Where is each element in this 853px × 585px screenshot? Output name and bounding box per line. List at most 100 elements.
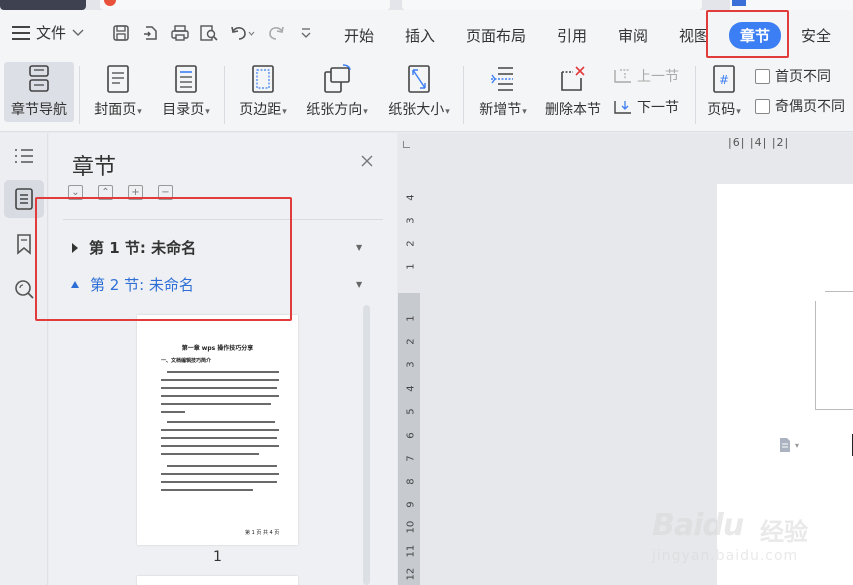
thumbnail-text-line	[161, 379, 279, 381]
find-replace-button[interactable]	[4, 270, 44, 308]
watermark-text: 经验	[760, 518, 808, 546]
thumbnail-text-line	[167, 421, 275, 423]
redo-icon[interactable]	[268, 24, 286, 42]
margins-button[interactable]: 页边距▾	[233, 62, 293, 122]
paper-size-button[interactable]: 纸张大小▾	[383, 62, 455, 122]
customize-toolbar-icon[interactable]	[299, 24, 313, 42]
export-icon[interactable]	[142, 24, 160, 42]
ruler-number: 12	[405, 567, 417, 581]
page-number-icon: #	[711, 62, 737, 96]
section-2-menu-icon[interactable]: ▼	[356, 280, 362, 289]
chapter-nav-button[interactable]: 章节导航	[4, 62, 74, 122]
margins-label: 页边距	[239, 102, 282, 118]
toc-page-button[interactable]: 目录页▾	[156, 62, 216, 122]
list-icon	[15, 149, 33, 163]
dropdown-arrow-icon: ▾	[445, 107, 450, 117]
divider	[63, 219, 383, 220]
toc-page-icon	[173, 62, 199, 96]
document-tab-1[interactable]	[100, 0, 390, 10]
thumbnail-footer: 第 1 页 共 4 页	[245, 530, 280, 536]
odd-even-different-checkbox[interactable]: 奇偶页不同	[755, 96, 845, 116]
orientation-button[interactable]: 纸张方向▾	[301, 62, 373, 122]
paste-options-button[interactable]: ▾	[778, 437, 799, 453]
prev-section-button[interactable]: 上一节	[613, 66, 679, 86]
document-tab-3[interactable]	[730, 0, 853, 10]
page-thumbnail[interactable]	[137, 576, 298, 585]
delete-section-label: 删除本节	[545, 102, 601, 118]
tab-insert[interactable]: 插入	[405, 25, 435, 46]
delete-section-button[interactable]: 删除本节	[542, 62, 604, 122]
thumbnail-text-line	[161, 489, 253, 491]
panel-scrollbar[interactable]	[363, 305, 370, 585]
ruler-number: 9	[405, 501, 417, 508]
tab-references[interactable]: 引用	[557, 25, 587, 46]
new-section-button[interactable]: 新增节▾	[472, 62, 534, 122]
page-thumbnail[interactable]: 第一章 wps 操作技巧分享 一、文档编辑技巧简介 第 1 页 共 4 页	[137, 315, 298, 545]
print-preview-icon[interactable]	[199, 24, 219, 42]
expand-all-icon[interactable]: ⌃	[98, 185, 113, 200]
bookmark-button[interactable]	[4, 225, 44, 263]
close-icon[interactable]	[359, 153, 375, 169]
section-item-2[interactable]: 第 2 节: 未命名	[71, 274, 194, 295]
ruler-marks: |6| |4| |2|	[728, 136, 790, 149]
chapter-panel-button[interactable]	[4, 180, 44, 218]
ruler-number: 6	[405, 432, 417, 439]
tab-chapter[interactable]: 章节	[729, 22, 782, 49]
file-menu-label: 文件	[36, 24, 67, 42]
svg-text:#: #	[719, 73, 729, 87]
ruler-number: 1	[405, 263, 417, 270]
page-number-button[interactable]: # 页码▾	[702, 62, 746, 122]
home-tab[interactable]	[0, 0, 86, 10]
horizontal-ruler[interactable]: |6| |4| |2|	[398, 133, 853, 155]
tab-page-layout[interactable]: 页面布局	[466, 25, 526, 46]
watermark-logo: Baidu	[652, 508, 744, 543]
bookmark-icon	[17, 234, 31, 255]
expand-arrow-icon[interactable]	[72, 242, 78, 253]
orientation-icon	[321, 62, 353, 96]
ribbon-divider	[695, 66, 696, 124]
add-section-icon[interactable]: +	[128, 185, 143, 200]
baidu-jingyan-watermark: Baidu 经验 jingyan.baidu.com	[648, 508, 848, 578]
watermark-url: jingyan.baidu.com	[652, 548, 799, 564]
dropdown-arrow-icon: ▾	[736, 107, 741, 117]
section-item-1[interactable]: 第 1 节: 未命名	[72, 237, 196, 258]
chapter-panel: 章节 ⌄ ⌃ + − 第 1 节: 未命名 ▼ 第 2 节: 未命名 ▼ 第一章…	[49, 133, 397, 585]
section-1-label: 第 1 节: 未命名	[89, 239, 197, 257]
paper-size-icon	[406, 62, 432, 96]
panel-toolbar: ⌄ ⌃ + −	[68, 185, 173, 200]
thumbnail-text-line	[161, 445, 279, 447]
remove-section-icon[interactable]: −	[158, 185, 173, 200]
collapse-all-icon[interactable]: ⌄	[68, 185, 83, 200]
hamburger-icon	[12, 25, 30, 40]
tab-review[interactable]: 审阅	[618, 25, 648, 46]
undo-icon[interactable]	[229, 24, 255, 42]
next-section-button[interactable]: 下一节	[613, 97, 679, 117]
tab-start[interactable]: 开始	[344, 25, 374, 46]
ribbon-divider	[463, 66, 464, 124]
save-icon[interactable]	[112, 24, 130, 42]
panel-title: 章节	[72, 155, 117, 180]
document-tab-2[interactable]	[402, 0, 702, 10]
outline-nav-button[interactable]	[4, 137, 44, 175]
checkbox-box[interactable]	[755, 68, 770, 84]
cover-page-button[interactable]: 封面页▾	[88, 62, 148, 122]
sidebar-rail	[0, 133, 48, 585]
print-icon[interactable]	[170, 24, 190, 42]
tab-stop-selector[interactable]	[403, 141, 410, 148]
vertical-ruler-top[interactable]: 4 3 2 1	[398, 185, 420, 290]
tab-security[interactable]: 安全	[801, 25, 831, 46]
section-1-menu-icon[interactable]: ▼	[356, 243, 362, 252]
document-icon	[780, 438, 790, 452]
ruler-number: 2	[405, 338, 417, 345]
ruler-number: 4	[405, 385, 417, 392]
collapse-arrow-icon[interactable]	[71, 281, 79, 288]
file-menu[interactable]: 文件	[12, 22, 84, 43]
dropdown-arrow-icon: ▾	[363, 107, 368, 117]
thumbnail-title: 第一章 wps 操作技巧分享	[181, 345, 254, 352]
paper-size-label: 纸张大小	[388, 102, 445, 118]
tab-view[interactable]: 视图	[679, 25, 709, 46]
checkbox-box[interactable]	[755, 98, 770, 114]
first-page-different-checkbox[interactable]: 首页不同	[755, 66, 831, 86]
vertical-ruler[interactable]: 1 2 3 4 5 6 7 8 9 10 11 12	[398, 293, 420, 585]
search-icon	[15, 280, 34, 299]
